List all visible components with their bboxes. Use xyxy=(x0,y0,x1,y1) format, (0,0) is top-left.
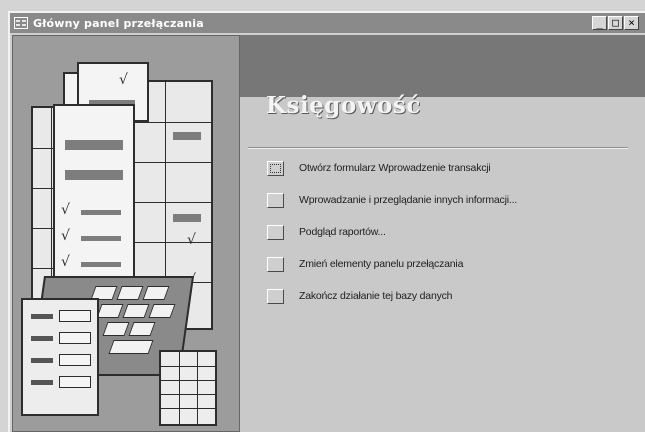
menu-button-edit-switchboard[interactable] xyxy=(267,256,284,272)
form-icon xyxy=(14,17,28,29)
menu-item-label: Podgląd raportów... xyxy=(299,226,386,238)
menu-button-preview-reports[interactable] xyxy=(267,224,284,240)
menu-button-other-info[interactable] xyxy=(267,192,284,208)
menu-item-label: Wprowadzanie i przeglądanie innych infor… xyxy=(299,194,518,206)
illustration-pane: √ √ √ √ √ xyxy=(12,35,240,432)
menu-item-open-transactions[interactable]: Otwórz formularz Wprowadzenie transakcji xyxy=(267,159,517,177)
title-bar[interactable]: Główny panel przełączania _ □ × xyxy=(10,13,645,33)
menu-item-label: Zakończ działanie tej bazy danych xyxy=(299,290,453,302)
menu-item-exit-database[interactable]: Zakończ działanie tej bazy danych xyxy=(267,287,517,305)
switchboard-window: Główny panel przełączania _ □ × √ √ √ √ … xyxy=(8,11,645,432)
window-title: Główny panel przełączania xyxy=(33,16,204,30)
maximize-button[interactable]: □ xyxy=(608,16,623,30)
menu-item-label: Zmień elementy panelu przełączania xyxy=(299,258,464,270)
menu-button-exit-database[interactable] xyxy=(267,288,284,304)
minimize-button[interactable]: _ xyxy=(592,16,607,30)
switchboard-menu: Otwórz formularz Wprowadzenie transakcji… xyxy=(267,159,517,319)
switchboard-pane: Księgowość Otwórz formularz Wprowadzenie… xyxy=(240,35,645,432)
close-button[interactable]: × xyxy=(624,16,639,30)
menu-item-other-info[interactable]: Wprowadzanie i przeglądanie innych infor… xyxy=(267,191,517,209)
page-title: Księgowość xyxy=(266,92,421,119)
menu-item-preview-reports[interactable]: Podgląd raportów... xyxy=(267,223,517,241)
menu-item-edit-switchboard[interactable]: Zmień elementy panelu przełączania xyxy=(267,255,517,273)
accounting-documents-calculator-icon: √ √ √ √ √ xyxy=(13,36,241,432)
menu-item-label: Otwórz formularz Wprowadzenie transakcji xyxy=(299,162,491,174)
divider xyxy=(248,147,628,149)
menu-button-open-transactions[interactable] xyxy=(267,160,284,176)
header-band xyxy=(240,35,645,97)
